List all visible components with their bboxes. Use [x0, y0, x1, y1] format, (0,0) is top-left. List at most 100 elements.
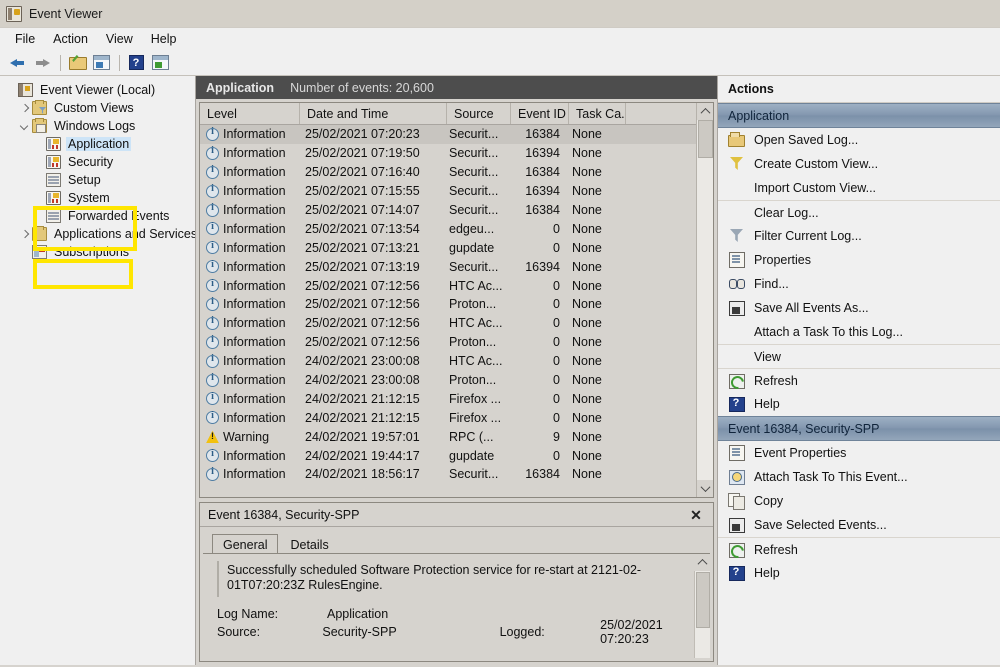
- open-saved-log-button[interactable]: [66, 52, 88, 74]
- chevron-right-icon[interactable]: [18, 228, 31, 241]
- tree-item-setup[interactable]: Setup: [0, 171, 195, 189]
- action-view[interactable]: View: [718, 344, 1000, 368]
- cell-level: Information: [200, 165, 300, 179]
- cell-source: Securit...: [449, 184, 499, 199]
- tree-item-subscriptions[interactable]: Subscriptions: [0, 243, 195, 261]
- tree-item-forwarded-events[interactable]: Forwarded Events: [0, 207, 195, 225]
- info-icon: [206, 411, 219, 425]
- table-row[interactable]: Information 25/02/2021 07:20:23 Securit...…: [200, 125, 713, 144]
- table-row[interactable]: Warning 24/02/2021 19:57:01 RPC (... 9 None: [200, 427, 713, 446]
- table-row[interactable]: Information 24/02/2021 23:00:08 HTC Ac... 0…: [200, 352, 713, 371]
- tree-item-security[interactable]: Security: [0, 153, 195, 171]
- table-row[interactable]: Information 24/02/2021 19:44:17 gupdate 0 No…: [200, 446, 713, 465]
- action-event-properties[interactable]: Event Properties: [718, 441, 1000, 465]
- chevron-right-icon[interactable]: [18, 102, 31, 115]
- forward-button[interactable]: [31, 52, 53, 74]
- tree-item-event-viewer-local[interactable]: Event Viewer (Local): [0, 81, 195, 99]
- action-import-custom-view[interactable]: Import Custom View...: [718, 176, 1000, 200]
- table-row[interactable]: Information 25/02/2021 07:13:21 gupdate 0 No…: [200, 238, 713, 257]
- column-header-date-and-time[interactable]: Date and Time: [300, 103, 447, 124]
- column-header-source[interactable]: Source: [447, 103, 511, 124]
- action-help[interactable]: Help: [718, 392, 1000, 416]
- table-row[interactable]: Information 25/02/2021 07:12:56 Proton... 0…: [200, 295, 713, 314]
- table-row[interactable]: Information 25/02/2021 07:13:19 Securit...…: [200, 257, 713, 276]
- action-attach-task-to-this-event[interactable]: Attach Task To This Event...: [718, 465, 1000, 489]
- info-icon: [206, 241, 219, 255]
- tree-item-custom-views[interactable]: Custom Views: [0, 99, 195, 117]
- action-properties[interactable]: Properties: [718, 248, 1000, 272]
- table-row[interactable]: Information 25/02/2021 07:14:07 Securit...…: [200, 201, 713, 220]
- back-button[interactable]: [7, 52, 29, 74]
- cell-task-category: None: [572, 391, 602, 406]
- table-row[interactable]: Information 25/02/2021 07:16:40 Securit...…: [200, 163, 713, 182]
- show-hide-console-tree-button[interactable]: [90, 52, 112, 74]
- event-detail-scrollbar[interactable]: [694, 554, 710, 658]
- column-header-event-id[interactable]: Event ID: [511, 103, 569, 124]
- title-bar: Event Viewer: [0, 0, 1000, 28]
- detail-scroll-up-button[interactable]: [694, 554, 710, 571]
- copy-icon: [728, 493, 745, 510]
- action-clear-log[interactable]: Clear Log...: [718, 200, 1000, 224]
- action-refresh[interactable]: Refresh: [718, 368, 1000, 392]
- table-row[interactable]: Information 24/02/2021 18:56:17 Securit...…: [200, 465, 713, 484]
- tree-item-applications-and-services-lo[interactable]: Applications and Services Lo: [0, 225, 195, 243]
- menu-view[interactable]: View: [97, 30, 142, 48]
- table-row[interactable]: Information 25/02/2021 07:12:56 Proton... 0…: [200, 333, 713, 352]
- event-list-scrollbar[interactable]: [696, 103, 713, 497]
- cell-source: gupdate: [449, 448, 495, 463]
- cell-event-id: 16394: [525, 146, 560, 161]
- help-button[interactable]: ?: [125, 52, 147, 74]
- action-filter-current-log[interactable]: Filter Current Log...: [718, 224, 1000, 248]
- scroll-thumb[interactable]: [697, 120, 713, 158]
- action-help[interactable]: Help: [718, 561, 1000, 585]
- tree-item-windows-logs[interactable]: Windows Logs: [0, 117, 195, 135]
- detail-scroll-thumb[interactable]: [695, 572, 710, 628]
- action-save-all-events-as[interactable]: Save All Events As...: [718, 296, 1000, 320]
- cell-level-label: Information: [223, 203, 286, 217]
- menu-action[interactable]: Action: [44, 30, 97, 48]
- action-attach-a-task-to-this-log[interactable]: Attach a Task To this Log...: [718, 320, 1000, 344]
- chevron-down-icon[interactable]: [18, 120, 31, 133]
- column-header-task-ca[interactable]: Task Ca...: [569, 103, 626, 124]
- cell-source: RPC (...: [449, 429, 494, 444]
- tab-details[interactable]: Details: [279, 534, 340, 553]
- tab-general[interactable]: General: [212, 534, 279, 553]
- table-row[interactable]: Information 25/02/2021 07:12:56 HTC Ac... 0…: [200, 276, 713, 295]
- column-header-level[interactable]: Level: [200, 103, 300, 124]
- table-row[interactable]: Information 25/02/2021 07:15:55 Securit...…: [200, 182, 713, 201]
- action-copy[interactable]: Copy: [718, 489, 1000, 513]
- cell-level-label: Information: [223, 335, 286, 350]
- action-open-saved-log[interactable]: Open Saved Log...: [718, 128, 1000, 152]
- show-hide-action-pane-button[interactable]: [149, 52, 171, 74]
- cell-level: Information: [200, 411, 300, 425]
- tree-item-system[interactable]: System: [0, 189, 195, 207]
- menu-help[interactable]: Help: [142, 30, 186, 48]
- table-row[interactable]: Information 25/02/2021 07:12:56 HTC Ac... 0…: [200, 314, 713, 333]
- cell-source: HTC Ac...: [449, 316, 503, 331]
- action-refresh[interactable]: Refresh: [718, 537, 1000, 561]
- back-arrow-icon: [10, 56, 26, 69]
- table-row[interactable]: Information 24/02/2021 23:00:08 Proton... 0…: [200, 371, 713, 390]
- table-row[interactable]: Information 24/02/2021 21:12:15 Firefox ..…: [200, 389, 713, 408]
- cell-task-category: None: [572, 335, 602, 350]
- table-row[interactable]: Information 25/02/2021 07:13:54 edgeu... 0N…: [200, 219, 713, 238]
- tree-item-application[interactable]: Application: [0, 135, 195, 153]
- scroll-down-button[interactable]: [696, 480, 713, 497]
- table-row[interactable]: Information 25/02/2021 07:19:50 Securit...…: [200, 144, 713, 163]
- scroll-track[interactable]: [696, 120, 713, 480]
- action-save-selected-events[interactable]: Save Selected Events...: [718, 513, 1000, 537]
- cell-event-id: 16394: [525, 184, 560, 199]
- console-tree-pane[interactable]: Event Viewer (Local) Custom Views Windows …: [0, 76, 196, 665]
- table-row[interactable]: Information 24/02/2021 21:12:15 Firefox ..…: [200, 408, 713, 427]
- action-create-custom-view[interactable]: Create Custom View...: [718, 152, 1000, 176]
- cell-level-label: Information: [223, 467, 286, 482]
- close-icon[interactable]: ✕: [687, 506, 705, 524]
- action-icon-spacer: [728, 180, 745, 196]
- menu-file[interactable]: File: [6, 30, 44, 48]
- scroll-up-button[interactable]: [696, 103, 713, 120]
- event-grid-body[interactable]: Information 25/02/2021 07:20:23 Securit...…: [200, 125, 713, 497]
- action-find[interactable]: Find...: [718, 272, 1000, 296]
